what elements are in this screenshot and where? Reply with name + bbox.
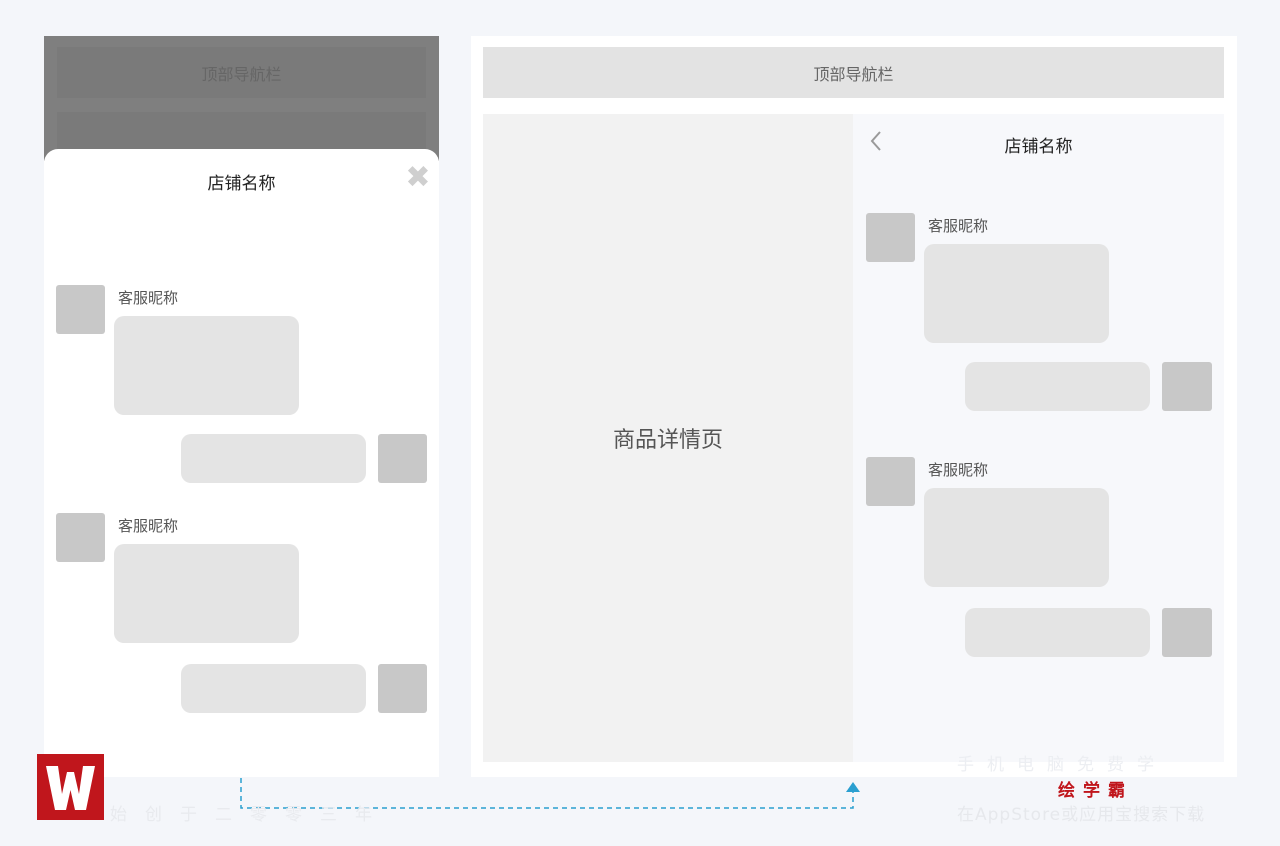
agent-nickname: 客服昵称 [118, 517, 179, 535]
chat-side-panel: 店铺名称 客服昵称 客服昵称 [853, 114, 1224, 762]
close-icon[interactable]: ✖ [404, 163, 432, 193]
chat-bottom-sheet: 店铺名称 ✖ 客服昵称 客服昵称 [44, 149, 439, 777]
slogan-left: 始创于二零零三年 [110, 805, 390, 825]
desktop-top-nav: 顶部导航栏 [483, 47, 1224, 98]
user-avatar[interactable] [378, 664, 427, 713]
mobile-mockup: 顶部导航栏 店铺名称 ✖ 客服昵称 客服昵称 [44, 36, 439, 777]
user-avatar[interactable] [1162, 362, 1212, 411]
agent-message-bubble[interactable] [114, 544, 299, 643]
mobile-top-nav-label: 顶部导航栏 [201, 64, 282, 84]
slogan-right-line-2: 在AppStore或应用宝搜索下载 [957, 805, 1206, 825]
user-message-bubble[interactable] [181, 664, 366, 713]
user-message-bubble[interactable] [181, 434, 366, 483]
sheet-title: 店铺名称 [207, 174, 276, 194]
desktop-top-nav-label: 顶部导航栏 [813, 64, 894, 84]
agent-nickname: 客服昵称 [118, 289, 179, 307]
brand-name: 绘学霸 [1058, 781, 1133, 801]
agent-message-bubble[interactable] [924, 488, 1109, 587]
product-detail-panel: 商品详情页 [483, 114, 853, 762]
user-avatar[interactable] [378, 434, 427, 483]
agent-nickname: 客服昵称 [928, 217, 989, 235]
agent-message-bubble[interactable] [114, 316, 299, 415]
user-avatar[interactable] [1162, 608, 1212, 657]
agent-avatar[interactable] [866, 457, 915, 506]
logo-w-icon [37, 754, 104, 820]
agent-avatar[interactable] [56, 285, 105, 334]
agent-avatar[interactable] [56, 513, 105, 562]
user-message-bubble[interactable] [965, 608, 1150, 657]
desktop-mockup: 顶部导航栏 商品详情页 店铺名称 客服昵称 客服昵称 [471, 36, 1237, 777]
agent-avatar[interactable] [866, 213, 915, 262]
mobile-sub-bar [57, 112, 426, 152]
product-detail-label: 商品详情页 [612, 428, 723, 453]
agent-message-bubble[interactable] [924, 244, 1109, 343]
chat-title: 店铺名称 [1004, 137, 1073, 157]
user-message-bubble[interactable] [965, 362, 1150, 411]
arrow-head-icon [846, 782, 860, 792]
slogan-right-line-1: 手机电脑免费学 [957, 755, 1167, 775]
mobile-top-nav: 顶部导航栏 [57, 47, 426, 98]
agent-nickname: 客服昵称 [928, 461, 989, 479]
